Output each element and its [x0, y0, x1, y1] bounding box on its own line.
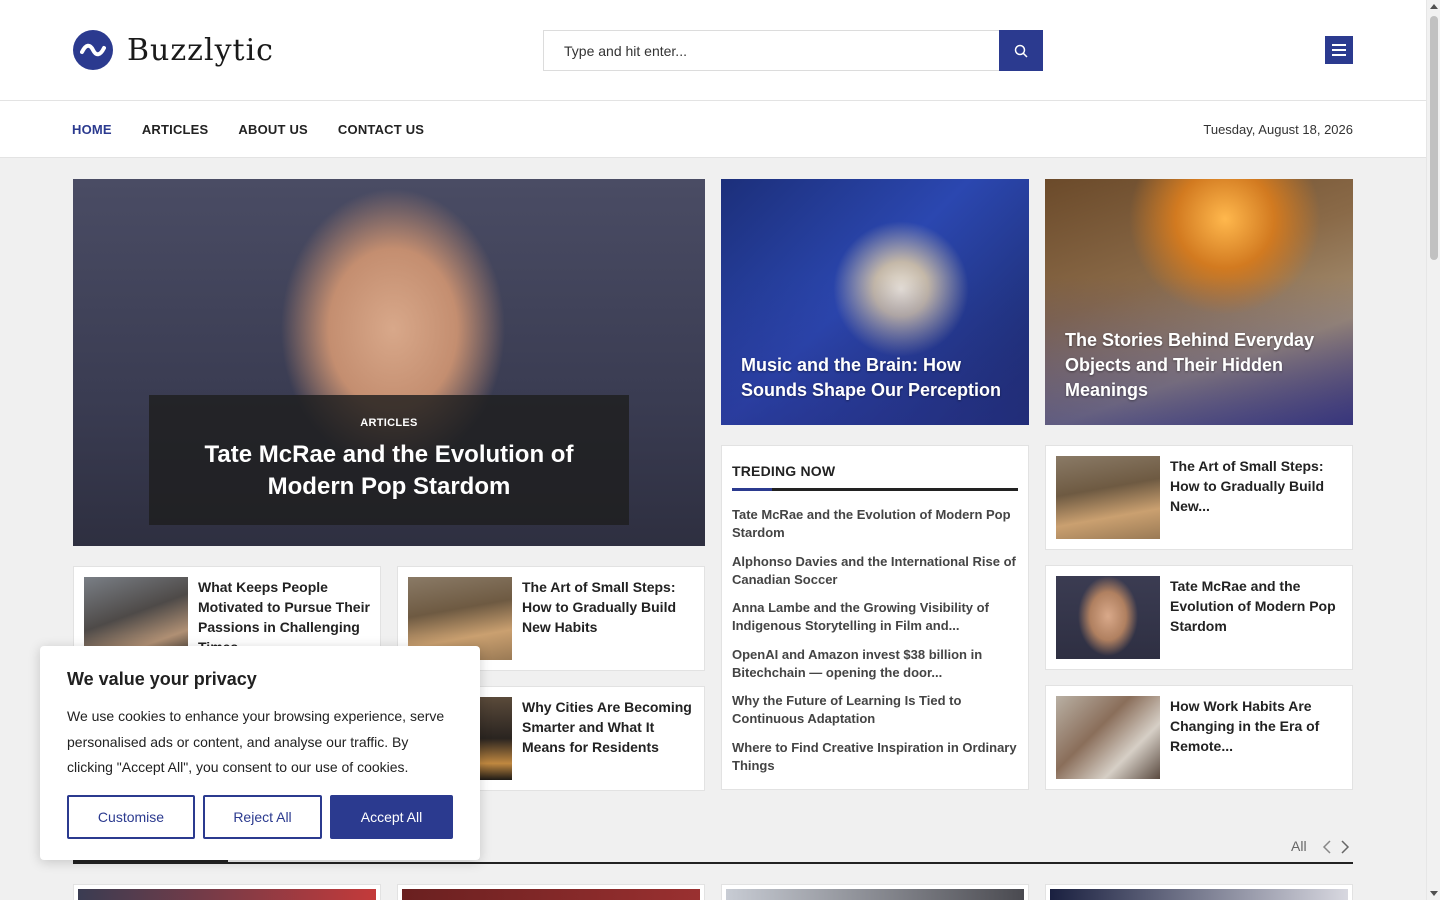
search-input[interactable]: [543, 30, 999, 71]
feature-card-everyday-objects[interactable]: The Stories Behind Everyday Objects and …: [1045, 179, 1353, 425]
cookie-title: We value your privacy: [67, 669, 257, 689]
trending-divider: [732, 488, 1018, 491]
cookie-description: We use cookies to enhance your browsing …: [67, 708, 445, 775]
search-icon: [1014, 44, 1028, 58]
post-card[interactable]: The Art of Small Steps: How to Gradually…: [1045, 445, 1353, 550]
trending-item[interactable]: Where to Find Creative Inspiration in Or…: [732, 739, 1018, 776]
trending-item[interactable]: Tate McRae and the Evolution of Modern P…: [732, 506, 1018, 543]
hamburger-menu-icon[interactable]: [1325, 36, 1353, 64]
post-thumbnail[interactable]: [1056, 696, 1160, 779]
trending-now-widget: TREDING NOW Tate McRae and the Evolution…: [721, 445, 1029, 790]
site-name: Buzzlytic: [127, 32, 274, 68]
current-date: Tuesday, August 18, 2026: [1203, 122, 1353, 137]
section-divider: [73, 862, 1353, 864]
hero-category-badge[interactable]: ARTICLES: [149, 417, 629, 429]
post-title[interactable]: The Art of Small Steps: How to Gradually…: [522, 577, 694, 637]
featured-hero-post[interactable]: ARTICLES Tate McRae and the Evolution of…: [73, 179, 705, 546]
post-thumbnail[interactable]: [1056, 456, 1160, 539]
post-title[interactable]: Why Cities Are Becoming Smarter and What…: [522, 697, 694, 757]
trending-item[interactable]: OpenAI and Amazon invest $38 billion in …: [732, 646, 1018, 683]
search-button[interactable]: [999, 30, 1043, 71]
wave-logo-icon: [73, 30, 113, 70]
trending-item[interactable]: Why the Future of Learning Is Tied to Co…: [732, 692, 1018, 729]
feature-card-title[interactable]: Music and the Brain: How Sounds Shape Ou…: [741, 353, 1009, 403]
post-card[interactable]: [721, 884, 1029, 900]
trending-heading: TREDING NOW: [732, 463, 836, 479]
hero-caption: ARTICLES Tate McRae and the Evolution of…: [149, 395, 629, 525]
nav-item-about-us[interactable]: ABOUT US: [238, 122, 308, 137]
main-nav: HOME ARTICLES ABOUT US CONTACT US Tuesda…: [0, 101, 1426, 158]
post-title[interactable]: How Work Habits Are Changing in the Era …: [1170, 696, 1342, 756]
cookie-consent-banner: We value your privacy We use cookies to …: [40, 646, 480, 860]
post-card[interactable]: [1045, 884, 1353, 900]
trending-item[interactable]: Alphonso Davies and the International Ri…: [732, 553, 1018, 590]
accept-all-button[interactable]: Accept All: [330, 795, 453, 839]
scroll-up-icon[interactable]: [1430, 4, 1438, 9]
post-title[interactable]: What Keeps People Motivated to Pursue Th…: [198, 577, 370, 657]
post-title[interactable]: Tate McRae and the Evolution of Modern P…: [1170, 576, 1342, 636]
nav-item-articles[interactable]: ARTICLES: [142, 122, 209, 137]
nav-item-home[interactable]: HOME: [72, 122, 112, 137]
post-title[interactable]: The Art of Small Steps: How to Gradually…: [1170, 456, 1342, 516]
scroll-down-icon[interactable]: [1430, 891, 1438, 896]
reject-all-button[interactable]: Reject All: [203, 795, 322, 839]
post-card[interactable]: [73, 884, 381, 900]
hero-title[interactable]: Tate McRae and the Evolution of Modern P…: [149, 439, 629, 503]
post-card[interactable]: Tate McRae and the Evolution of Modern P…: [1045, 565, 1353, 670]
view-all-link[interactable]: All: [1291, 838, 1307, 854]
chevron-right-icon[interactable]: [1340, 840, 1354, 854]
page-scrollbar[interactable]: [1426, 0, 1440, 900]
post-card[interactable]: How Work Habits Are Changing in the Era …: [1045, 685, 1353, 790]
nav-item-contact-us[interactable]: CONTACT US: [338, 122, 424, 137]
search-form: [543, 30, 1043, 71]
site-logo[interactable]: Buzzlytic: [73, 30, 274, 70]
site-header: Buzzlytic: [0, 0, 1426, 101]
customise-button[interactable]: Customise: [67, 795, 195, 839]
post-card[interactable]: [397, 884, 705, 900]
post-thumbnail[interactable]: [1056, 576, 1160, 659]
feature-card-title[interactable]: The Stories Behind Everyday Objects and …: [1065, 328, 1333, 403]
chevron-left-icon[interactable]: [1322, 840, 1336, 854]
feature-card-music-brain[interactable]: Music and the Brain: How Sounds Shape Ou…: [721, 179, 1029, 425]
trending-list: Tate McRae and the Evolution of Modern P…: [732, 506, 1018, 785]
trending-item[interactable]: Anna Lambe and the Growing Visibility of…: [732, 599, 1018, 636]
scrollbar-thumb[interactable]: [1430, 16, 1438, 260]
